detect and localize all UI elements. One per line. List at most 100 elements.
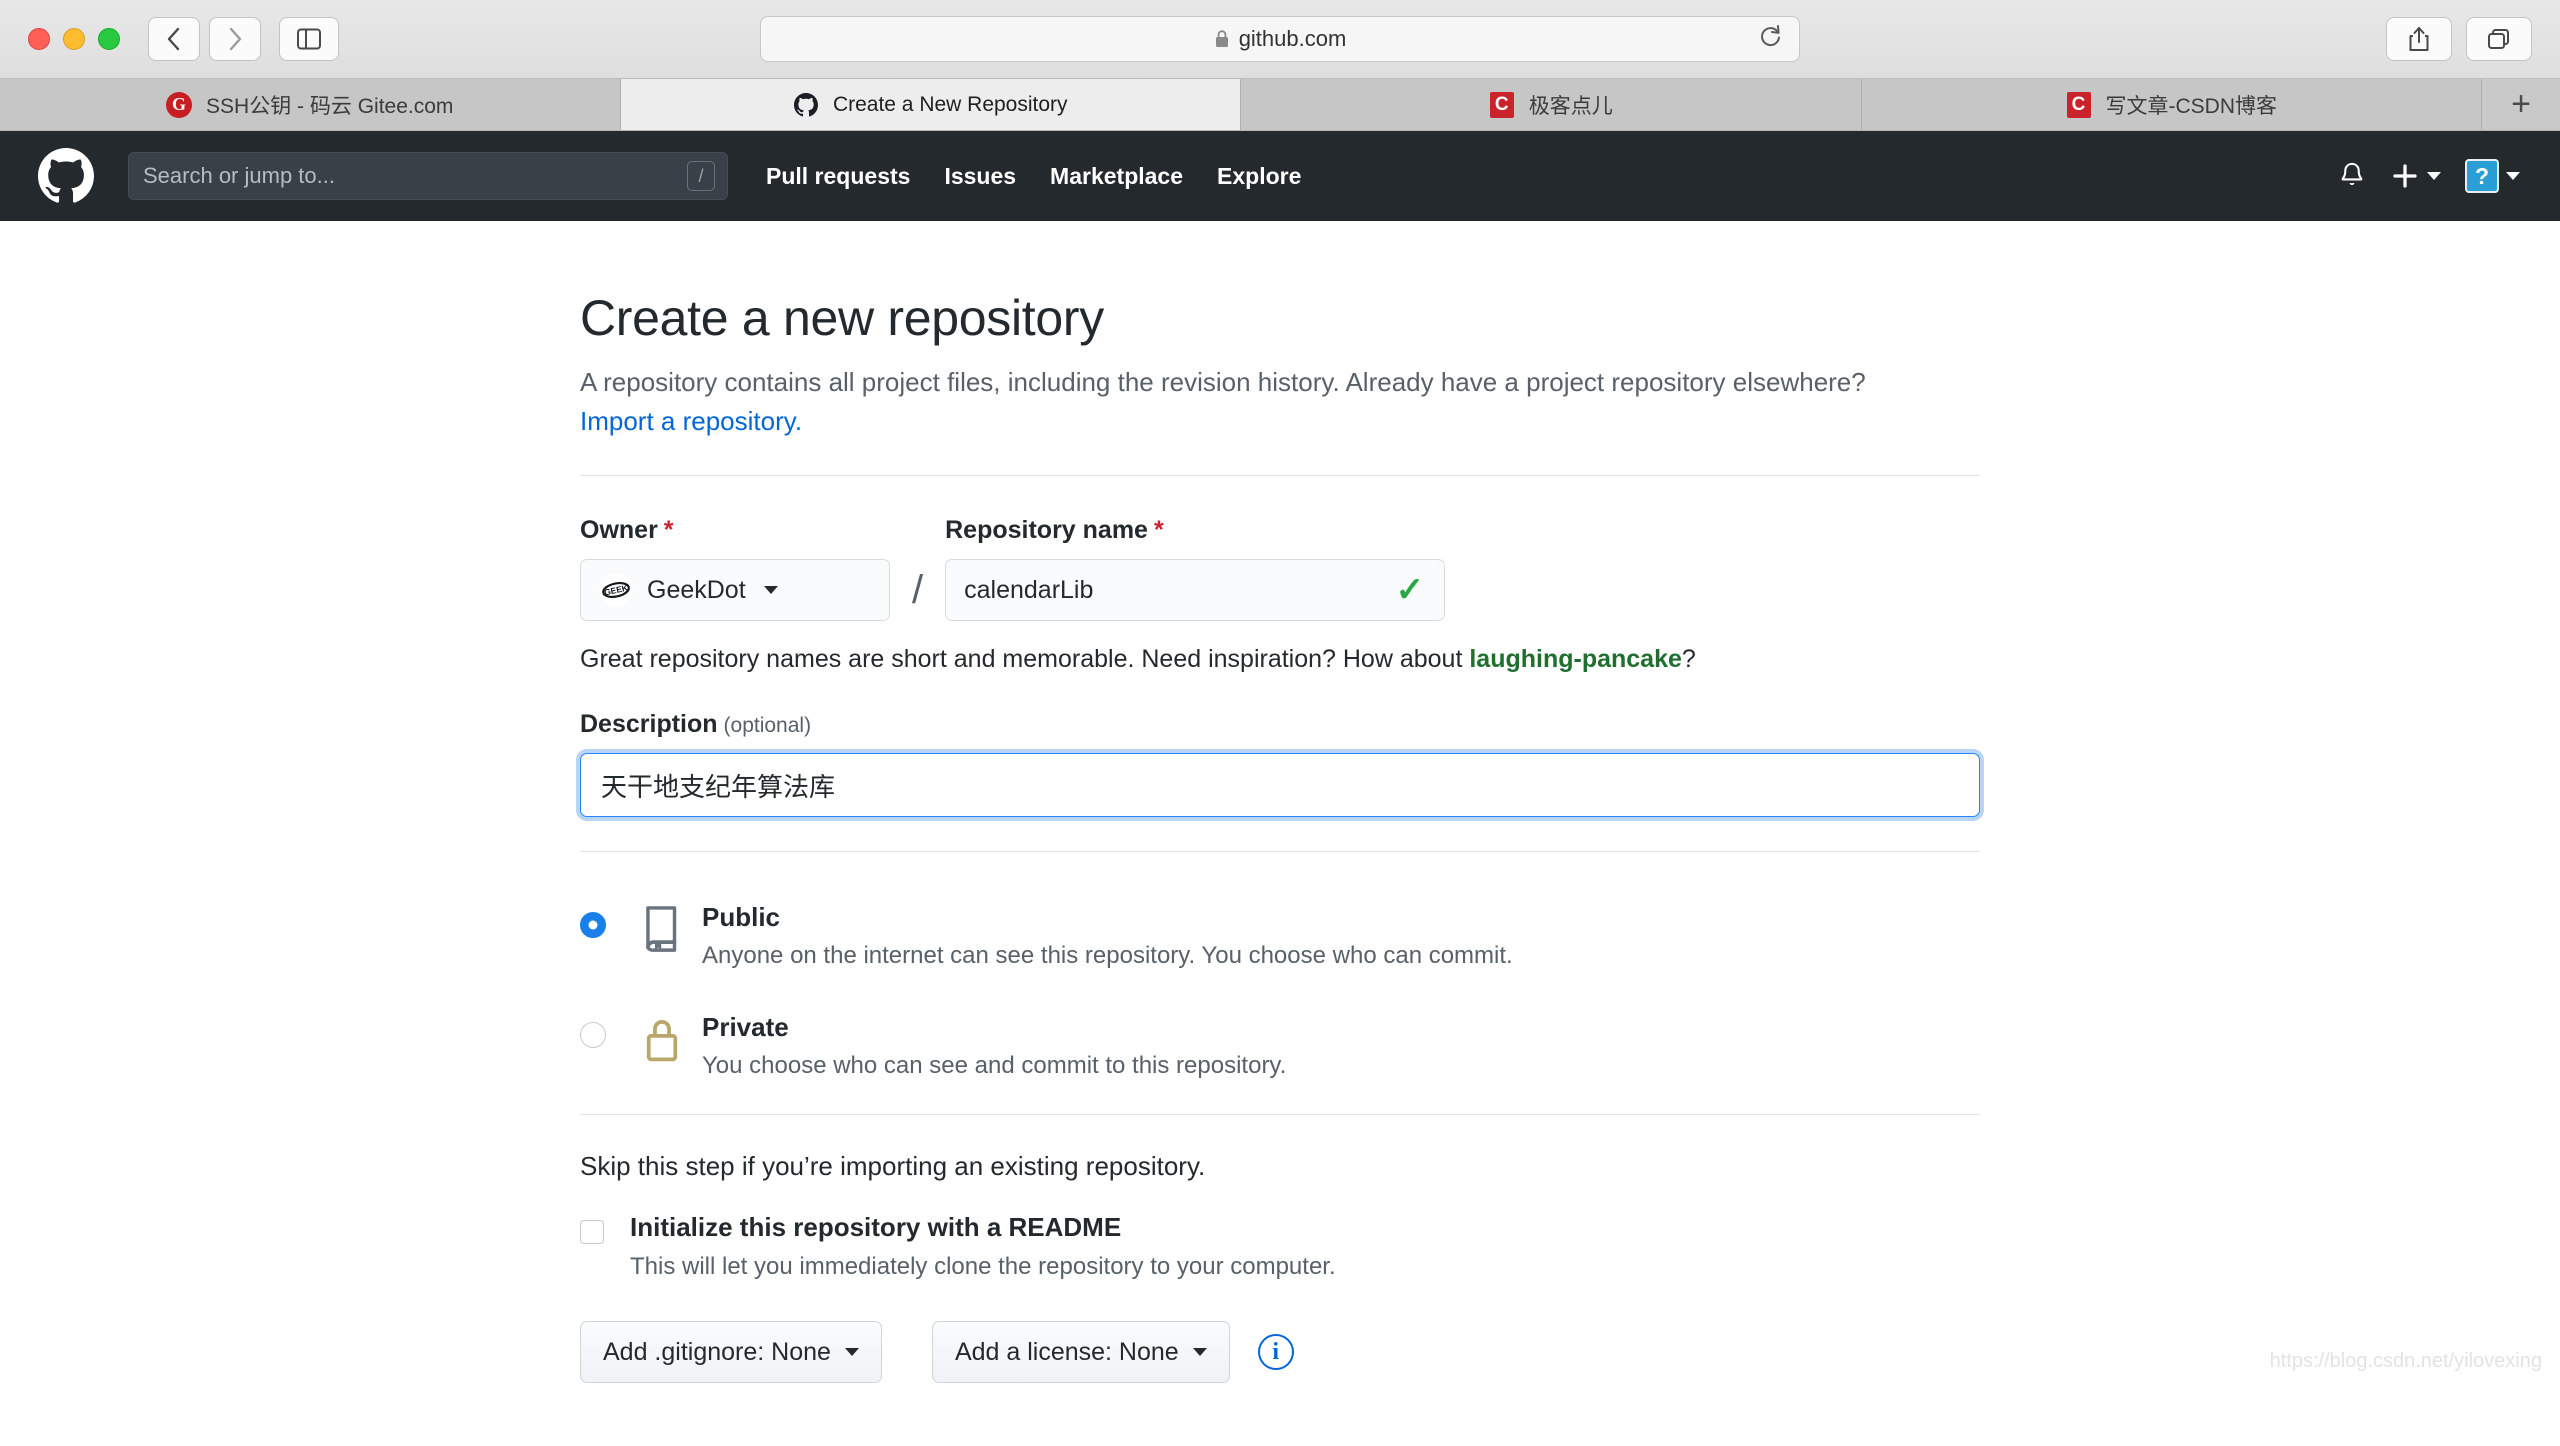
forward-chevron-icon [229,27,242,51]
browser-tab-3[interactable]: C 写文章-CSDN博客 [1861,79,2482,130]
owner-avatar: GEEK [599,573,633,607]
chevron-down-icon [2506,172,2520,180]
github-favicon-icon [793,92,819,118]
github-header: Search or jump to... / Pull requests Iss… [0,131,2560,221]
minimize-window-button[interactable] [63,28,85,50]
hint-text-part1: Great repository names are short and mem… [580,645,1470,673]
repository-name-label: Repository name * [945,516,1445,545]
add-gitignore-label: Add .gitignore: None [603,1337,831,1366]
maximize-window-button[interactable] [98,28,120,50]
header-right-actions: ? [2338,159,2520,193]
visibility-option-public[interactable]: Public Anyone on the internet can see th… [580,902,1980,970]
nav-issues[interactable]: Issues [944,163,1016,190]
public-title: Public [702,902,781,932]
description-label: Description (optional) [580,710,1980,739]
csdn-favicon-letter: C [2066,91,2091,118]
browser-tab-label: SSH公钥 - 码云 Gitee.com [206,94,454,118]
description-input[interactable]: 天干地支纪年算法库 [580,753,1980,817]
add-license-button[interactable]: Add a license: None [931,1321,1230,1383]
description-label-text: Description [580,710,718,738]
chevron-down-icon [1192,1348,1207,1356]
owner-label-text: Owner [580,516,658,544]
url-text-group: github.com [1214,26,1347,52]
toolbar-right-buttons [2386,17,2532,61]
suggested-name: laughing-pancake [1469,645,1682,673]
window-traffic-lights [28,28,120,50]
sidebar-toggle-button[interactable] [279,17,339,61]
required-asterisk: * [1153,516,1164,544]
reload-icon [1761,25,1780,47]
chevron-down-icon [844,1348,859,1356]
private-title: Private [702,1012,789,1042]
share-icon [2409,27,2429,51]
lock-icon [640,1014,702,1069]
import-repository-link[interactable]: Import a repository. [580,406,802,436]
divider [580,475,1980,476]
browser-chrome: github.com G SSH公钥 - 码云 Gitee.com Create… [0,0,2560,131]
description-value: 天干地支纪年算法库 [601,771,836,802]
repository-name-input[interactable]: calendarLib ✓ [945,559,1446,621]
info-icon[interactable]: i [1257,1334,1294,1370]
valid-check-icon: ✓ [1395,571,1425,609]
reload-button[interactable] [1759,24,1783,55]
initialize-readme-checkbox[interactable] [580,1220,604,1244]
new-tab-label: + [2511,85,2531,123]
global-nav: Pull requests Issues Marketplace Explore [766,163,1301,190]
tab-strip: G SSH公钥 - 码云 Gitee.com Create a New Repo… [0,78,2560,130]
nav-marketplace[interactable]: Marketplace [1050,163,1183,190]
tab-overview-button[interactable] [2466,17,2532,61]
share-button[interactable] [2386,17,2452,61]
nav-pull-requests[interactable]: Pull requests [766,163,910,190]
page-description-text: A repository contains all project files,… [580,367,1866,397]
readme-text-block: Initialize this repository with a README… [630,1212,1336,1281]
close-window-button[interactable] [28,28,50,50]
forward-button[interactable] [209,17,261,61]
address-bar-wrapper: github.com [760,16,1800,62]
search-placeholder: Search or jump to... [143,163,335,188]
csdn-favicon-icon: C [2066,91,2092,118]
new-tab-button[interactable]: + [2482,79,2560,130]
github-logo[interactable] [38,148,94,204]
user-menu-button[interactable]: ? [2465,159,2520,193]
tab-overview-icon [2488,29,2509,49]
back-button[interactable] [148,17,200,61]
repository-name-field: Repository name * calendarLib ✓ [945,516,1446,621]
private-radio[interactable] [580,1022,606,1048]
owner-repo-separator: / [912,568,924,612]
repo-book-icon-svg [646,906,677,952]
divider [580,851,1980,852]
public-radio[interactable] [580,912,606,938]
browser-tab-0[interactable]: G SSH公钥 - 码云 Gitee.com [0,79,621,130]
form-container: Create a new repository A repository con… [580,289,1980,1383]
private-description: You choose who can see and commit to thi… [702,1052,1287,1079]
template-buttons-row: Add .gitignore: None Add a license: None… [580,1321,1980,1383]
add-license-label: Add a license: None [954,1337,1179,1366]
repo-book-icon [640,904,702,959]
sidebar-toggle-icon [297,28,321,50]
repository-name-hint: Great repository names are short and mem… [580,645,1980,674]
owner-select[interactable]: GEEK GeekDot [580,559,890,621]
skip-step-text: Skip this step if you’re importing an ex… [580,1151,1206,1181]
back-chevron-icon [167,27,180,51]
owner-field: Owner * GEEK GeekDot [580,516,890,621]
divider [580,1114,1980,1115]
search-input[interactable]: Search or jump to... / [128,152,728,200]
browser-tab-2[interactable]: C 极客点儿 [1241,79,1862,130]
github-mark-icon [793,92,818,116]
address-bar[interactable]: github.com [760,16,1800,62]
browser-tab-1[interactable]: Create a New Repository [620,79,1241,130]
create-new-button[interactable] [2390,161,2441,191]
notifications-button[interactable] [2338,161,2366,191]
browser-toolbar: github.com [0,0,2560,78]
nav-explore[interactable]: Explore [1217,163,1301,190]
readme-title: Initialize this repository with a README [630,1212,1122,1242]
add-gitignore-button[interactable]: Add .gitignore: None [580,1321,882,1383]
chevron-down-icon [763,586,778,594]
url-hostname: github.com [1238,26,1347,51]
initialize-readme-option[interactable]: Initialize this repository with a README… [580,1212,1980,1281]
chevron-down-icon [2427,172,2441,180]
visibility-option-private[interactable]: Private You choose who can see and commi… [580,1012,1980,1080]
readme-description: This will let you immediately clone the … [630,1253,1336,1280]
repository-name-value: calendarLib [964,575,1094,604]
gitee-favicon-letter: G [166,91,193,118]
